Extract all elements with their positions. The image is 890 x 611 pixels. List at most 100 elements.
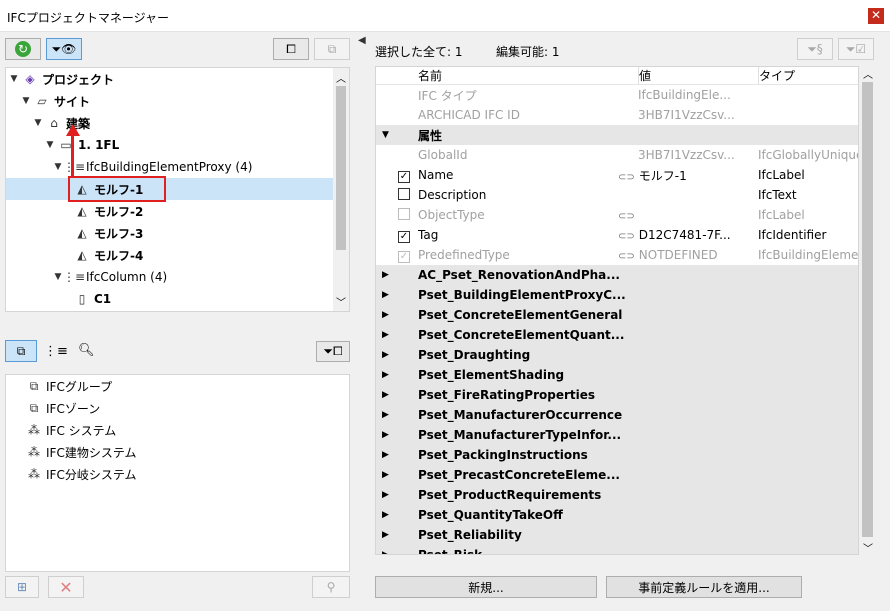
table-row[interactable]: IFC タイプ IfcBuildingEle...	[376, 85, 858, 105]
list-item[interactable]: ⧉ IFCグループ	[24, 375, 112, 397]
list-item[interactable]: ⁂ IFC分岐システム	[24, 463, 136, 485]
groups-tab[interactable]: ⧉	[5, 340, 37, 362]
pset-group-row[interactable]: ▶ Pset_ManufacturerTypeInfor...	[376, 425, 858, 445]
expand-icon[interactable]: ▶	[382, 430, 389, 440]
pset-group-row[interactable]: ▶ Pset_PackingInstructions	[376, 445, 858, 465]
expand-icon[interactable]: ▶	[382, 330, 389, 340]
filter-view-button[interactable]: ⏷👁	[46, 38, 82, 60]
column-header-type[interactable]: タイプ	[758, 67, 858, 84]
ifc-tree[interactable]: ▼ ◈ プロジェクト ▼ ▱ サイト ▼ ⌂ 建築 ▼ ▭ 1. 1FL ▼ ⋮…	[5, 67, 350, 312]
link-icon: ⊂⊃	[618, 251, 635, 262]
scroll-down-icon[interactable]: ﹀	[336, 294, 346, 309]
pset-group-row[interactable]: ▶ Pset_PrecastConcreteEleme...	[376, 465, 858, 485]
tree-item-building[interactable]: ▼ ⌂ 建築	[6, 112, 334, 134]
hierarchy-tab-icon[interactable]: ⋮≡	[44, 344, 68, 359]
pset-group-row[interactable]: ▶ Pset_ElementShading	[376, 365, 858, 385]
refresh-icon: ↻	[15, 41, 31, 57]
filter-checked-button[interactable]: ⏷☑	[838, 38, 874, 60]
table-row[interactable]: ARCHICAD IFC ID 3HB7I1VzzCsv...	[376, 105, 858, 125]
expand-icon[interactable]: ▶	[382, 270, 389, 280]
tree-item-column-group[interactable]: ▼ ⋮≡ IfcColumn (4)	[6, 266, 334, 288]
scroll-up-icon[interactable]: ︿	[336, 70, 346, 85]
scroll-down-icon[interactable]: ﹀	[863, 540, 873, 555]
assign-button[interactable]: ⚲	[312, 576, 350, 598]
pset-group-row[interactable]: ▶ Pset_Risk	[376, 545, 858, 554]
description-checkbox[interactable]	[398, 187, 410, 200]
link-elements-button[interactable]: ⧉	[314, 38, 350, 60]
expand-icon[interactable]: ▶	[382, 310, 389, 320]
pset-group-row[interactable]: ▶ AC_Pset_RenovationAndPha...	[376, 265, 858, 285]
close-button[interactable]: ✕	[868, 8, 884, 24]
name-checkbox[interactable]: ✓	[398, 170, 410, 183]
table-row[interactable]: ObjectType ⊂⊃ IfcLabel	[376, 205, 858, 225]
tree-item-storey[interactable]: ▼ ▭ 1. 1FL	[6, 134, 334, 156]
collapse-icon[interactable]: ▼	[382, 130, 389, 140]
collapse-arrow-icon[interactable]: ◀	[358, 35, 366, 46]
pset-group-row[interactable]: ▶ Pset_ManufacturerOccurrence	[376, 405, 858, 425]
predefinedtype-checkbox[interactable]: ✓	[398, 250, 410, 263]
search-icon[interactable]: 🔍︎	[78, 343, 95, 358]
pset-group-row[interactable]: ▶ Pset_Draughting	[376, 345, 858, 365]
table-row[interactable]: ✓ PredefinedType ⊂⊃ NOTDEFINED IfcBuildin…	[376, 245, 858, 265]
tree-scrollbar[interactable]: ︿ ﹀	[333, 68, 349, 311]
expand-icon[interactable]: ▶	[382, 490, 389, 500]
attribute-group-row[interactable]: ▼ 属性	[376, 125, 858, 145]
group-list[interactable]: ⧉ IFCグループ ⧉ IFCゾーン ⁂ IFC システム ⁂ IFC建物システ…	[5, 374, 350, 572]
apply-rules-button[interactable]: 事前定義ルールを適用...	[606, 576, 802, 598]
column-header-name[interactable]: 名前	[418, 67, 628, 84]
properties-scroll-thumb[interactable]	[862, 82, 873, 537]
list-item[interactable]: ⧉ IFCゾーン	[24, 397, 101, 419]
tree-item-morph-1[interactable]: ◭ モルフ-1	[6, 178, 334, 200]
delete-button[interactable]: ✕	[48, 576, 84, 598]
expand-icon[interactable]: ▶	[382, 510, 389, 520]
expand-icon[interactable]: ▶	[382, 350, 389, 360]
lower-filter-button[interactable]: ⏷⧠	[316, 341, 350, 362]
expand-icon[interactable]: ▶	[382, 410, 389, 420]
table-row[interactable]: ✓ Name ⊂⊃ モルフ-1 IfcLabel	[376, 165, 858, 185]
add-group-button[interactable]: ⊞	[5, 576, 39, 598]
pset-group-row[interactable]: ▶ Pset_ProductRequirements	[376, 485, 858, 505]
row-value[interactable]: D12C7481-7F...	[639, 228, 731, 242]
expand-icon[interactable]: ▶	[382, 370, 389, 380]
tree-item-morph-4[interactable]: ◭ モルフ-4	[6, 244, 334, 266]
tree-item-site[interactable]: ▼ ▱ サイト	[6, 90, 334, 112]
tree-item-morph-3[interactable]: ◭ モルフ-3	[6, 222, 334, 244]
objecttype-checkbox[interactable]	[398, 207, 410, 220]
expand-icon[interactable]: ▶	[382, 290, 389, 300]
expand-icon[interactable]: ▶	[382, 390, 389, 400]
new-button[interactable]: 新規...	[375, 576, 597, 598]
table-row[interactable]: Description IfcText	[376, 185, 858, 205]
table-row[interactable]: ✓ Tag ⊂⊃ D12C7481-7F... IfcIdentifier	[376, 225, 858, 245]
tree-item-c1[interactable]: ▯ C1	[6, 288, 334, 310]
refresh-button[interactable]: ↻	[5, 38, 41, 60]
select-elements-button[interactable]: ⧠	[273, 38, 309, 60]
pset-group-row[interactable]: ▶ Pset_FireRatingProperties	[376, 385, 858, 405]
expand-icon[interactable]: ▶	[382, 530, 389, 540]
pset-group-row[interactable]: ▶ Pset_QuantityTakeOff	[376, 505, 858, 525]
tree-item-morph-2[interactable]: ◭ モルフ-2	[6, 200, 334, 222]
caret-icon[interactable]: ▼	[32, 118, 44, 128]
expand-icon[interactable]: ▶	[382, 450, 389, 460]
scroll-up-icon[interactable]: ︿	[863, 66, 873, 81]
pset-group-row[interactable]: ▶ Pset_BuildingElementProxyC...	[376, 285, 858, 305]
expand-icon[interactable]: ▶	[382, 550, 389, 554]
pset-group-row[interactable]: ▶ Pset_Reliability	[376, 525, 858, 545]
expand-icon[interactable]: ▶	[382, 470, 389, 480]
list-item[interactable]: ⁂ IFC システム	[24, 419, 116, 441]
caret-icon[interactable]: ▼	[44, 140, 56, 150]
caret-icon[interactable]: ▼	[20, 96, 32, 106]
properties-table[interactable]: 名前 値 タイプ IFC タイプ IfcBuildingEle... ARCHI…	[375, 66, 859, 555]
tag-checkbox[interactable]: ✓	[398, 230, 410, 243]
column-header-value[interactable]: 値	[638, 67, 756, 84]
tree-item-project[interactable]: ▼ ◈ プロジェクト	[6, 68, 334, 90]
filter-eye-icon: ⏷👁	[51, 41, 77, 56]
row-value[interactable]: モルフ-1	[639, 169, 687, 183]
pset-group-row[interactable]: ▶ Pset_ConcreteElementQuant...	[376, 325, 858, 345]
tree-item-proxy-group[interactable]: ▼ ⋮≡ IfcBuildingElementProxy (4)	[6, 156, 334, 178]
table-row[interactable]: GlobalId 3HB7I1VzzCsv... IfcGloballyUniq…	[376, 145, 858, 165]
list-item[interactable]: ⁂ IFC建物システム	[24, 441, 136, 463]
pset-group-row[interactable]: ▶ Pset_ConcreteElementGeneral	[376, 305, 858, 325]
filter-properties-button[interactable]: ⏷§	[797, 38, 833, 60]
tree-scroll-thumb[interactable]	[336, 86, 346, 250]
caret-icon[interactable]: ▼	[8, 74, 20, 84]
